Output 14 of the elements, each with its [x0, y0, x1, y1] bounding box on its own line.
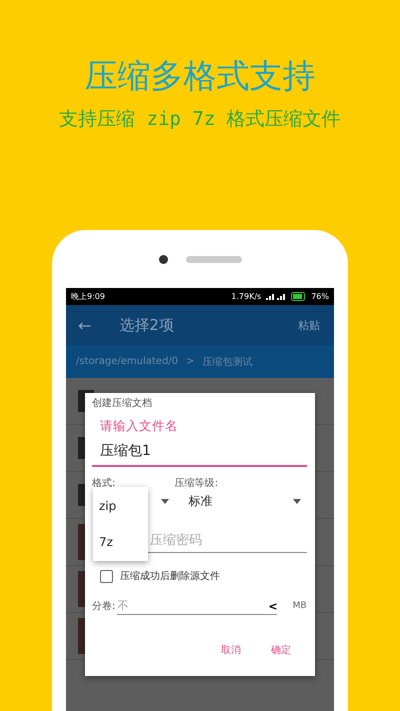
format-label: 格式: [92, 477, 116, 491]
status-time: 晚上9:09 [71, 291, 105, 302]
field-label: 请输入文件名 [100, 417, 179, 435]
dialog-title: 创建压缩文档 [92, 397, 153, 411]
subheadline: 支持压缩 zip 7z 格式压缩文件 [59, 107, 341, 132]
selection-title: 选择2项 [119, 316, 174, 334]
headline: 压缩多格式支持 [84, 56, 316, 96]
breadcrumb-separator: > [186, 356, 194, 367]
battery-percent: 76% [311, 292, 329, 301]
unit-label: MB [292, 601, 307, 611]
split-label: 分卷: [92, 600, 116, 613]
network-speed: 1.79K/s [231, 292, 262, 301]
filename-value: 压缩包1 [100, 442, 152, 461]
level-label: 压缩等级: [174, 477, 220, 491]
